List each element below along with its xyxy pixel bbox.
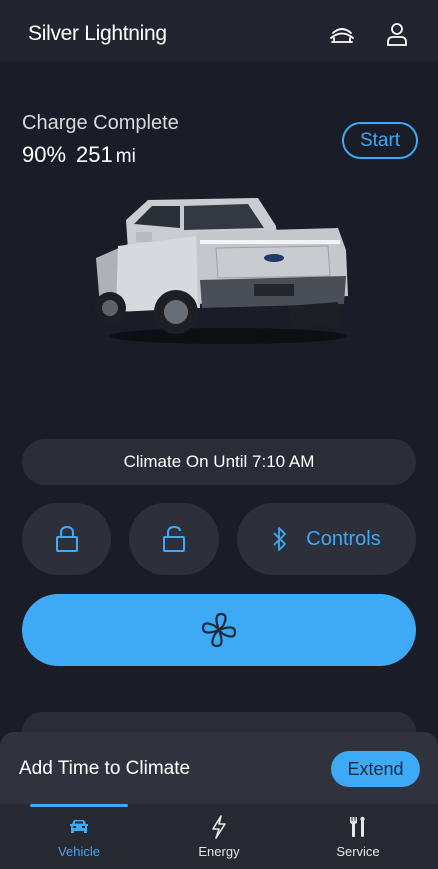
charge-range: 251 (76, 142, 113, 167)
bluetooth-icon (273, 527, 287, 551)
sheet-title: Add Time to Climate (19, 758, 191, 779)
app-screen: Silver Lightning Charge Complete 90% 251 m… (0, 0, 438, 869)
controls-label: Controls (306, 527, 381, 550)
account-icon[interactable] (383, 20, 411, 48)
tab-energy-label: Energy (198, 844, 240, 859)
climate-status[interactable]: Climate On Until 7:10 AM (22, 439, 416, 485)
lightning-icon (212, 815, 226, 839)
start-charge-button[interactable]: Start (342, 122, 418, 159)
top-bar: Silver Lightning (0, 0, 438, 62)
fan-icon (201, 612, 237, 648)
unlock-icon (163, 525, 185, 552)
tab-vehicle-label: Vehicle (58, 844, 100, 859)
tab-service[interactable]: Service (285, 804, 431, 869)
extend-button[interactable]: Extend (331, 751, 420, 787)
lock-button[interactable] (22, 503, 111, 575)
charge-values: 90% 251 mi (22, 142, 136, 168)
tab-service-label: Service (336, 844, 380, 859)
unlock-button[interactable] (129, 503, 219, 575)
car-icon (70, 820, 88, 833)
bottom-nav: Vehicle Energy Service (0, 804, 438, 869)
vehicle-name: Silver Lightning (28, 22, 167, 45)
tab-vehicle[interactable]: Vehicle (6, 804, 152, 869)
garage-vehicles-icon[interactable] (328, 20, 356, 48)
vehicle-image (94, 198, 348, 344)
climate-fan-button[interactable] (22, 594, 416, 666)
charge-percent: 90% (22, 142, 67, 167)
tools-icon (350, 816, 365, 837)
charge-status: Charge Complete (22, 112, 179, 134)
charge-range-unit: mi (115, 146, 136, 167)
climate-sheet: Add Time to Climate Extend (0, 732, 438, 804)
tab-energy[interactable]: Energy (146, 804, 292, 869)
controls-button[interactable]: Controls (237, 503, 416, 575)
lock-icon (55, 525, 78, 552)
